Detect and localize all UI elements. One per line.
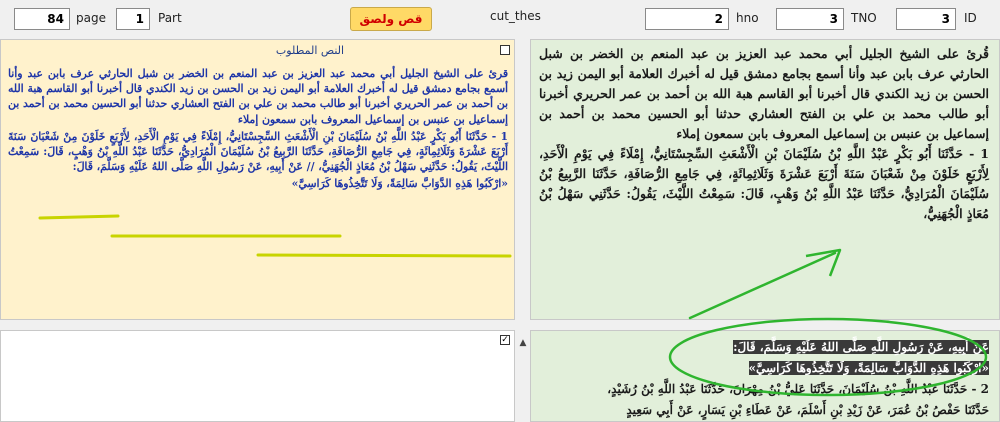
tno-label: TNO [851,11,877,25]
requested-intro: قرئ على الشيخ الجليل أبي محمد عبد العزيز… [8,67,508,126]
page-field[interactable]: 84 [14,8,70,30]
selected-text-line1[interactable]: عَنْ أَبِيهِ، عَنْ رَسُولِ اللَّهِ صَلَّ… [733,340,989,354]
panel-title: النص المطلوب [275,44,345,57]
scroll-up-icon[interactable]: ▲ [518,338,528,350]
requested-quote: «ارْكَبُوا هَذِهِ الدَّوَابَّ سَالِمَةً،… [291,177,508,191]
part-field[interactable]: 1 [116,8,150,30]
cut-label: cut_thes [490,9,541,23]
id-label: ID [964,11,977,25]
next-hadith-line2: حَدَّثَنَا حَفْصُ بْنُ عُمَرَ، عَنْ زَيْ… [626,403,989,417]
source-hadith: 1 - حَدَّثَنَا أَبُو بَكْرٍ عَبْدُ اللَّ… [539,146,989,221]
cut-paste-button[interactable]: قص ولصق [350,7,432,31]
checkbox-checked[interactable]: ✓ [500,335,510,345]
page-label: page [76,11,106,25]
requested-text[interactable]: قرئ على الشيخ الجليل أبي محمد عبد العزيز… [8,66,508,192]
part-label: Part [158,11,182,25]
source-intro: قُرئ على الشيخ الجليل أبي محمد عبد العزي… [539,46,989,141]
next-hadith-line1: 2 - حَدَّثَنَا عَبْدُ اللَّهِ بْنُ سُلَي… [607,382,989,396]
id-field[interactable]: 3 [896,8,956,30]
source-text-panel[interactable]: قُرئ على الشيخ الجليل أبي محمد عبد العزي… [530,39,1000,320]
tno-field[interactable]: 3 [776,8,844,30]
hno-label: hno [736,11,759,25]
selected-text-line2[interactable]: «ارْكَبُوا هَذِهِ الدَّوَابَّ سَالِمَةً،… [748,361,989,375]
checkbox-unchecked[interactable] [500,45,510,55]
next-text-panel[interactable]: عَنْ أَبِيهِ، عَنْ رَسُولِ اللَّهِ صَلَّ… [530,330,1000,422]
hno-field[interactable]: 2 [645,8,729,30]
requested-hadith: 1 - حَدَّثَنَا أَبُو بَكْرٍ عَبْدُ اللَّ… [8,129,508,174]
output-text-panel[interactable] [0,330,515,422]
